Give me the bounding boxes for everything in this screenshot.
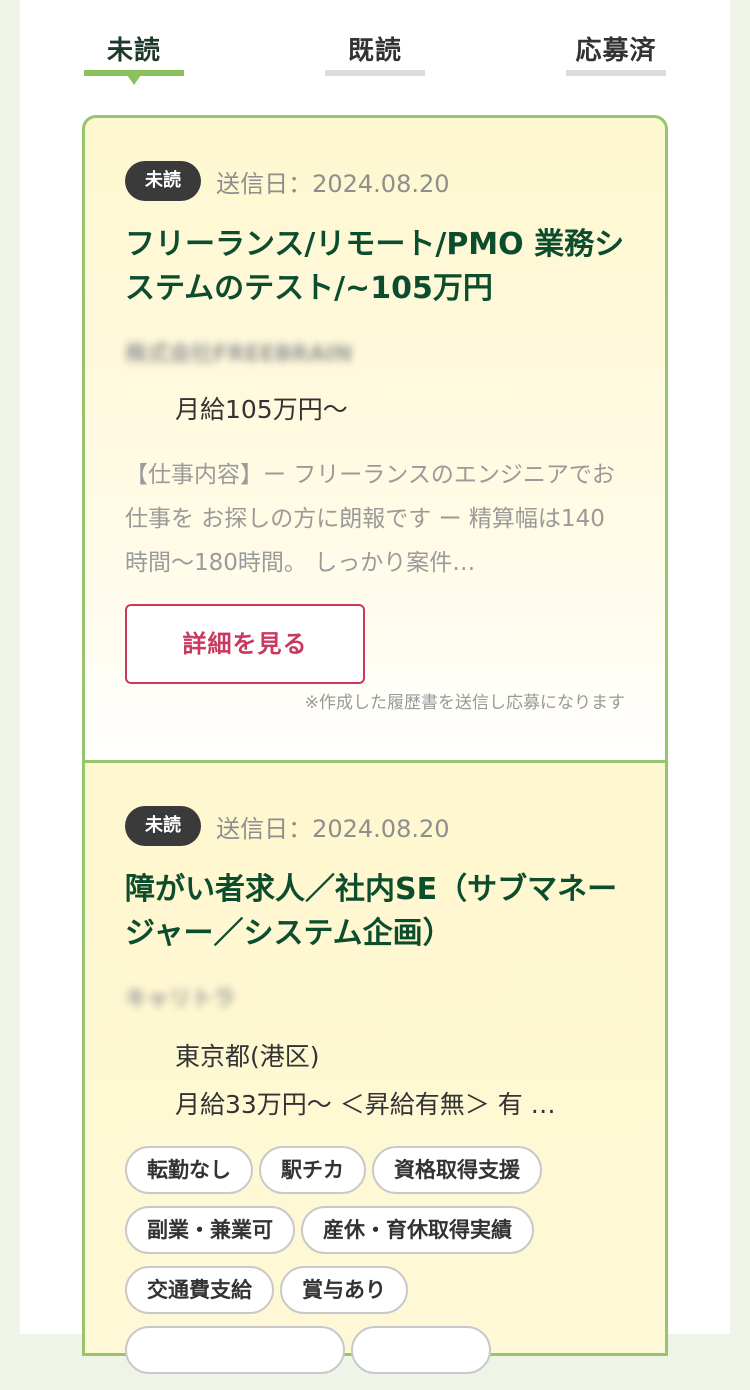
tab-applied-label: 応募済 (575, 36, 657, 66)
job-salary: 月給105万円〜 (175, 395, 348, 424)
tab-read[interactable]: 既読 (325, 30, 425, 76)
tag: 産休・育休取得実績 (301, 1206, 534, 1254)
unread-badge: 未読 (125, 806, 201, 846)
tab-read-label: 既読 (347, 36, 402, 66)
tag: 資格取得支援 (372, 1146, 542, 1194)
job-tags: 転勤なし 駅チカ 資格取得支援 副業・兼業可 産休・育休取得実績 交通費支給 賞与あり (125, 1146, 645, 1390)
tag (125, 1326, 345, 1374)
page: 未読 既読 応募済 未読 送信日：2024.08.20 フリーランス/リモート/… (20, 0, 730, 1374)
sent-date: 送信日：2024.08.20 (216, 814, 450, 843)
tab-read-indicator (325, 70, 425, 76)
tag: 交通費支給 (125, 1266, 274, 1314)
tab-applied-indicator (566, 70, 666, 76)
tag: 賞与あり (280, 1266, 408, 1314)
job-title[interactable]: フリーランス/リモート/PMO 業務システムのテスト/~105万円 (125, 223, 625, 311)
tab-active-pointer (127, 75, 141, 85)
tag: 転勤なし (125, 1146, 253, 1194)
job-salary: 月給33万円〜 ＜昇給有無＞ 有 … (175, 1090, 556, 1119)
unread-badge: 未読 (125, 161, 201, 201)
tab-applied[interactable]: 応募済 (566, 30, 666, 76)
job-card-header: 未読 送信日：2024.08.20 (125, 161, 450, 201)
apply-note: ※作成した履歴書を送信し応募になります (304, 693, 625, 713)
tab-unread[interactable]: 未読 (84, 30, 184, 85)
view-details-button[interactable]: 詳細を見る (125, 604, 365, 684)
sent-date: 送信日：2024.08.20 (216, 169, 450, 198)
job-title[interactable]: 障がい者求人／社内SE（サブマネージャー／システム企画） (125, 868, 625, 956)
job-card[interactable]: 未読 送信日：2024.08.20 フリーランス/リモート/PMO 業務システム… (82, 115, 668, 766)
tab-bar: 未読 既読 応募済 (20, 0, 730, 90)
job-card[interactable]: 未読 送信日：2024.08.20 障がい者求人／社内SE（サブマネージャー／シ… (82, 760, 668, 1374)
job-description: 【仕事内容】ー フリーランスのエンジニアでお仕事を お探しの方に朗報です ー 精… (125, 462, 615, 576)
job-location: 東京都(港区) (175, 1042, 320, 1071)
tag: 駅チカ (259, 1146, 366, 1194)
job-card-header: 未読 送信日：2024.08.20 (125, 806, 450, 846)
tag: 副業・兼業可 (125, 1206, 295, 1254)
tab-unread-label: 未読 (106, 36, 161, 66)
company-name: 株式会社FREEBRAIN (125, 342, 353, 367)
company-name: キャリトラ (125, 987, 236, 1012)
tag (351, 1326, 491, 1374)
